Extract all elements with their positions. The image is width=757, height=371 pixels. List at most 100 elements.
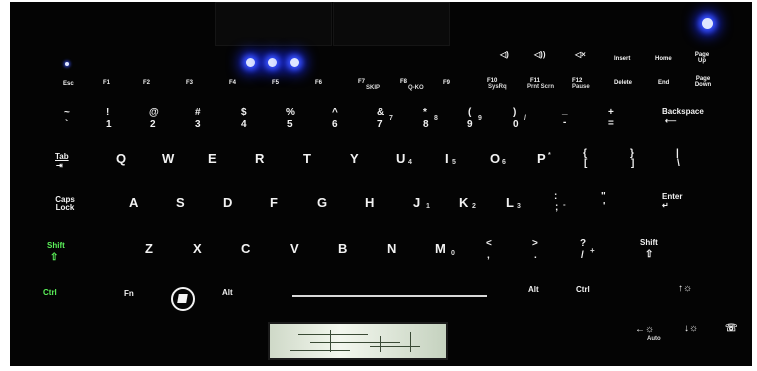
key-7-top[interactable]: & [377,108,384,118]
key-fn[interactable]: Fn [124,290,134,298]
key-f9[interactable]: F9 [443,80,450,86]
shift-left-arrow-icon: ⇧ [50,252,59,263]
key-g[interactable]: G [317,196,327,209]
key-minus-top[interactable]: _ [562,106,568,116]
key-t[interactable]: T [303,152,311,165]
key-u[interactable]: U [396,152,405,165]
key-f3[interactable]: F3 [186,80,193,86]
key-c[interactable]: C [241,242,250,255]
key-comma-top[interactable]: < [486,239,492,249]
key-n[interactable]: N [387,242,396,255]
key-tab[interactable]: Tab [55,153,69,161]
key-r[interactable]: R [255,152,264,165]
key-j-sub: 1 [426,203,430,210]
key-y[interactable]: Y [350,152,359,165]
key-f6[interactable]: F6 [315,80,322,86]
key-slash-top[interactable]: ? [580,239,586,249]
key-3: 3 [195,119,201,130]
key-insert[interactable]: Insert [614,56,630,62]
key-0-top[interactable]: ) [513,108,516,118]
top-panel-right [333,2,450,46]
key-f[interactable]: F [270,196,278,209]
key-plus-top[interactable]: + [608,108,614,118]
key-0-sub: / [524,115,526,122]
phone-icon[interactable]: ☏ [725,324,738,334]
key-3-top[interactable]: # [195,108,201,118]
key-alt-left[interactable]: Alt [222,289,233,297]
key-z[interactable]: Z [145,242,153,255]
key-e[interactable]: E [208,152,217,165]
key-alt-right[interactable]: Alt [528,286,539,294]
key-x[interactable]: X [193,242,202,255]
tab-arrow-icon: ⇥ [56,161,63,170]
key-backspace[interactable]: Backspace [662,108,704,116]
key-period-top[interactable]: > [532,239,538,249]
power-button-icon[interactable] [702,18,713,29]
key-q[interactable]: Q [116,152,126,165]
key-lbrace: [ [584,158,588,169]
key-h[interactable]: H [365,196,374,209]
status-led-2 [268,58,277,67]
windows-logo-icon[interactable] [171,287,195,311]
key-spacebar[interactable] [292,295,487,297]
key-6: 6 [332,119,338,130]
mute-icon: ◁× [575,50,586,59]
key-caps-lock[interactable]: Caps Lock [52,196,78,212]
key-tilde-top[interactable]: ~ [64,108,70,118]
key-shift-right[interactable]: Shift [640,239,658,247]
key-5-top[interactable]: % [286,108,295,118]
key-k[interactable]: K [459,196,468,209]
key-slash: / [581,250,584,261]
key-f7-sub: SKIP [366,85,381,91]
key-1-top[interactable]: ! [106,108,109,118]
key-period: . [534,250,537,261]
key-f4[interactable]: F4 [229,80,236,86]
backlight-auto-icon[interactable]: ←☼ [635,325,654,335]
volume-mid-icon: ◁)) [534,50,546,59]
key-i[interactable]: I [445,152,449,165]
key-l[interactable]: L [506,196,514,209]
enter-arrow-icon: ↵ [662,201,669,210]
key-b[interactable]: B [338,242,347,255]
key-9-top[interactable]: ( [468,108,471,118]
key-ctrl-left[interactable]: Ctrl [43,289,57,297]
key-semicolon-top[interactable]: : [554,192,557,202]
key-d[interactable]: D [223,196,232,209]
key-m[interactable]: M [435,242,446,255]
key-esc[interactable]: Esc [63,81,74,87]
key-v[interactable]: V [290,242,299,255]
key-page-up[interactable]: Page Up [694,52,710,64]
key-j[interactable]: J [413,196,420,209]
key-ctrl-right[interactable]: Ctrl [576,286,590,294]
key-delete[interactable]: Delete [614,80,632,86]
key-home[interactable]: Home [655,56,672,62]
key-f7[interactable]: F7 [358,79,365,85]
touchpad[interactable] [268,322,448,360]
key-page-down[interactable]: Page Down [694,76,712,88]
key-f8[interactable]: F8 [400,79,407,85]
key-9: 9 [467,119,473,130]
key-a[interactable]: A [129,196,138,209]
key-shift-left[interactable]: Shift [47,242,65,250]
key-8-top[interactable]: * [423,108,427,118]
key-w[interactable]: W [162,152,174,165]
key-f5[interactable]: F5 [272,80,279,86]
key-6-top[interactable]: ^ [332,108,338,118]
key-4-top[interactable]: $ [241,108,247,118]
key-8-sub: 8 [434,115,438,122]
brightness-up-icon[interactable]: ↑☼ [678,284,692,294]
key-f1[interactable]: F1 [103,80,110,86]
key-o[interactable]: O [490,152,500,165]
key-5: 5 [287,119,293,130]
key-k-sub: 2 [472,203,476,210]
brightness-down-icon[interactable]: ↓☼ [684,324,698,334]
circuit-trace [380,336,381,352]
key-2-top[interactable]: @ [149,108,159,118]
key-f2[interactable]: F2 [143,80,150,86]
key-s[interactable]: S [176,196,185,209]
key-p[interactable]: P [537,152,546,165]
key-rbrace: ] [631,158,635,169]
key-end[interactable]: End [658,80,669,86]
status-led-1 [246,58,255,67]
key-enter[interactable]: Enter [662,193,682,201]
